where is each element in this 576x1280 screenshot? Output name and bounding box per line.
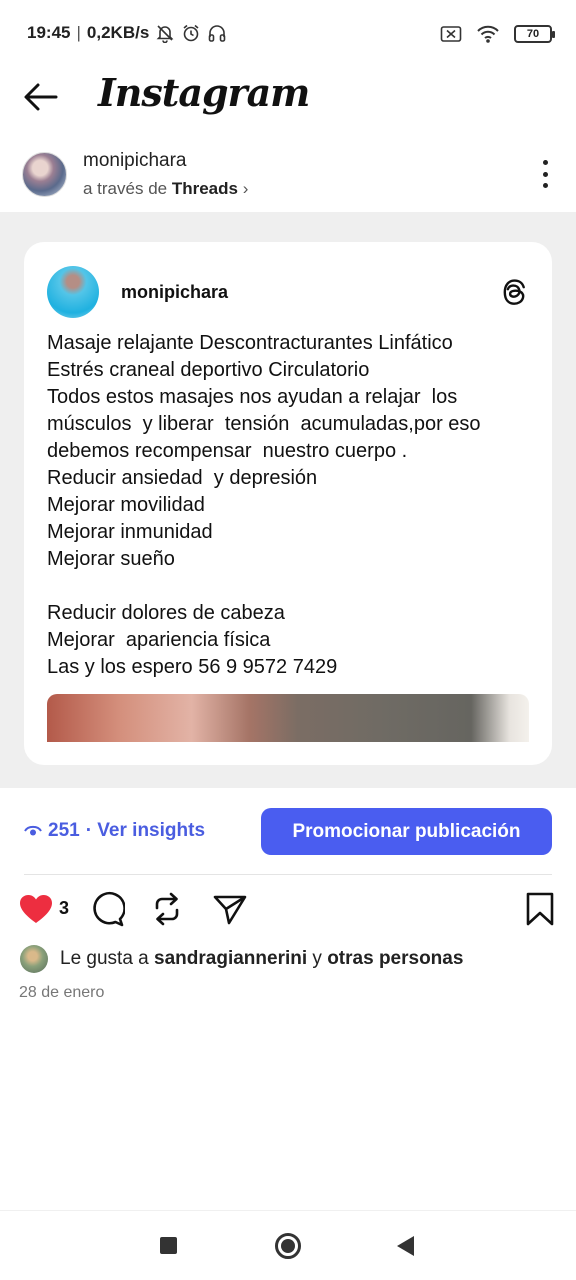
save-button[interactable] (521, 890, 559, 928)
home-button[interactable] (275, 1233, 301, 1259)
likes-others[interactable]: otras personas (327, 948, 463, 969)
like-count[interactable]: 3 (59, 898, 69, 919)
post-actions: 3 (0, 886, 576, 932)
liker-avatar (20, 945, 48, 973)
post-date: 28 de enero (19, 984, 105, 1001)
home-dot (281, 1239, 295, 1253)
bookmark-icon (526, 892, 554, 926)
view-insights-link[interactable]: 251 · Ver insights (24, 820, 205, 842)
eye-icon (24, 825, 42, 836)
status-network-speed: 0,2KB/s (86, 23, 150, 42)
dot (542, 183, 548, 188)
more-options-button[interactable] (540, 160, 550, 188)
promote-button[interactable]: Promocionar publicación (261, 808, 552, 855)
comment-icon (93, 891, 125, 927)
threads-card: monipichara Masaje relajante Descontract… (24, 242, 552, 765)
back-button[interactable] (22, 80, 60, 114)
via-prefix: a través de (83, 179, 168, 198)
battery-level: 70 (526, 28, 540, 40)
recents-button[interactable] (160, 1237, 177, 1254)
view-insights-label: · Ver insights (85, 820, 206, 841)
threads-card-avatar (47, 266, 99, 318)
dot (542, 171, 548, 177)
chevron-right-icon: › (242, 179, 249, 198)
avatar[interactable] (22, 152, 67, 197)
sim-off-icon (440, 26, 462, 42)
divider (24, 874, 552, 875)
share-button[interactable] (211, 890, 249, 928)
arrow-left-icon (24, 83, 58, 111)
instagram-logo: Instagram (98, 70, 310, 115)
likes-summary[interactable]: Le gusta a sandragiannerini y otras pers… (0, 944, 576, 976)
likes-text: Le gusta a sandragiannerini y otras pers… (60, 948, 463, 970)
status-time: 19:45 (27, 23, 71, 42)
status-left: 19:45 | 0,2KB/s (27, 23, 227, 43)
insights-row: 251 · Ver insights Promocionar publicaci… (0, 808, 576, 856)
threads-card-text: Masaje relajante Descontracturantes Linf… (47, 332, 481, 678)
likes-prefix: Le gusta a (60, 948, 149, 969)
system-nav-bar (0, 1210, 576, 1280)
dot (542, 160, 548, 165)
status-right: 70 (440, 24, 555, 44)
post-author-name[interactable]: monipichara (83, 150, 187, 172)
alarm-icon (183, 24, 199, 42)
via-threads-link[interactable]: a través de Threads › (83, 179, 248, 199)
repost-icon (155, 892, 179, 926)
status-bar: 19:45 | 0,2KB/s 70 (0, 0, 576, 68)
post-media[interactable]: monipichara Masaje relajante Descontract… (0, 212, 576, 788)
via-app-name: Threads (171, 179, 238, 198)
post-author-row: monipichara a través de Threads › (0, 148, 576, 208)
threads-card-author: monipichara (121, 282, 229, 302)
app-header: Instagram (0, 68, 576, 128)
liker-username[interactable]: sandragiannerini (154, 948, 307, 969)
send-icon (213, 895, 247, 925)
status-separator: | (76, 23, 81, 42)
wifi-icon (477, 25, 499, 43)
repost-button[interactable] (148, 890, 186, 928)
threads-logo-icon (503, 279, 525, 305)
threads-card-image (47, 694, 529, 742)
heart-filled-icon (20, 895, 52, 923)
system-back-button[interactable] (397, 1236, 414, 1256)
headphones-icon (208, 25, 226, 42)
views-count: 251 (48, 820, 80, 841)
likes-joiner: y (312, 948, 322, 969)
comment-button[interactable] (88, 890, 126, 928)
notifications-off-icon (156, 25, 174, 43)
battery-icon: 70 (514, 25, 555, 43)
like-button[interactable] (17, 890, 55, 928)
